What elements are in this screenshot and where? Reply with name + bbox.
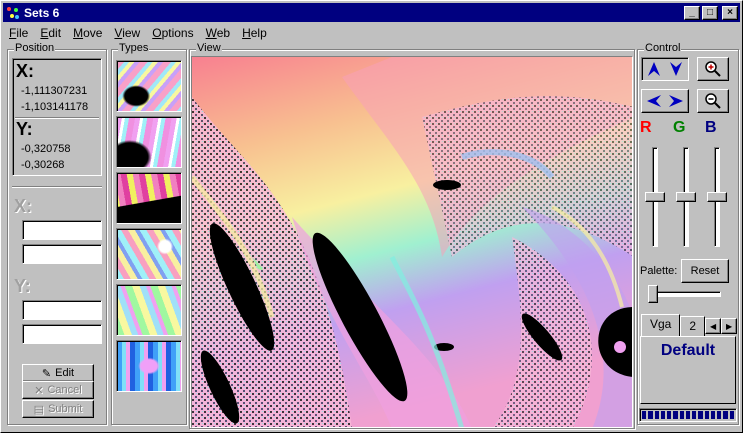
progress-block	[729, 411, 734, 419]
edit-button[interactable]: ✎ Edit	[22, 364, 94, 382]
menu-file[interactable]: File	[3, 24, 34, 42]
menu-edit[interactable]: Edit	[34, 24, 67, 42]
minimize-button[interactable]: _	[684, 5, 700, 20]
app-window: Sets 6 _ □ × File Edit Move View Options…	[0, 0, 743, 433]
close-icon: ×	[727, 6, 733, 18]
y-label: Y:	[16, 119, 33, 139]
position-readout: X: -1,111307231 -1,103141178 Y: -0,32075…	[12, 58, 102, 176]
minimize-icon: _	[689, 6, 695, 18]
palette-label: Palette:	[640, 265, 678, 277]
edit-y-min-input[interactable]	[22, 300, 102, 320]
control-label: Control	[644, 42, 682, 55]
cancel-button[interactable]: ✕ Cancel	[22, 381, 94, 399]
edit-y-label: Y:	[14, 276, 31, 296]
zoom-out-button[interactable]	[697, 89, 729, 113]
blue-label: B	[705, 119, 717, 136]
menu-web[interactable]: Web	[200, 24, 236, 42]
submit-button[interactable]: ▤ Submit	[22, 400, 94, 418]
arrow-right-icon[interactable]	[665, 91, 687, 111]
x-label: X:	[16, 61, 34, 81]
submit-icon: ▤	[33, 403, 45, 416]
red-slider-thumb[interactable]	[645, 192, 665, 202]
type-thumbnail-4[interactable]	[116, 228, 182, 280]
palette-tab-panel: Default	[640, 336, 736, 404]
type-thumbnail-3[interactable]	[116, 172, 182, 224]
maximize-button[interactable]: □	[702, 5, 718, 20]
title-bar[interactable]: Sets 6 _ □ ×	[3, 3, 740, 22]
progress-block	[654, 411, 659, 419]
arrow-up-icon[interactable]	[643, 59, 665, 79]
palette-slider-track[interactable]	[651, 291, 721, 297]
edit-x-min-input[interactable]	[22, 220, 102, 240]
progress-block	[723, 411, 728, 419]
edit-x-label: X:	[14, 196, 32, 216]
menu-bar: File Edit Move View Options Web Help	[3, 24, 273, 42]
type-thumbnail-2[interactable]	[116, 116, 182, 168]
progress-block	[660, 411, 666, 419]
zoom-out-icon	[705, 93, 721, 109]
view-label: View	[196, 42, 222, 55]
window-title: Sets 6	[24, 5, 60, 20]
position-divider	[12, 186, 102, 188]
progress-block	[667, 411, 672, 419]
edit-y-max-input[interactable]	[22, 324, 102, 344]
menu-help[interactable]: Help	[236, 24, 273, 42]
position-group: Position X: -1,111307231 -1,103141178 Y:…	[7, 42, 107, 425]
tab-vga[interactable]: Vga	[641, 314, 681, 336]
move-up-down-buttons	[641, 57, 689, 81]
progress-block	[685, 411, 691, 419]
type-thumbnail-6[interactable]	[116, 340, 182, 392]
progress-block	[679, 411, 684, 419]
progress-block	[642, 411, 647, 419]
type-thumbnail-1[interactable]	[116, 60, 182, 112]
palette-slider-thumb[interactable]	[648, 285, 658, 303]
progress-block	[704, 411, 709, 419]
edit-x-max-input[interactable]	[22, 244, 102, 264]
progress-block	[673, 411, 678, 419]
fractal-view[interactable]	[191, 56, 633, 428]
x-min-value: -1,111307231	[21, 85, 88, 97]
tab-scroll-right-icon[interactable]: ▶	[721, 318, 738, 334]
tab-scroll-left-icon[interactable]: ◀	[705, 318, 722, 334]
progress-block	[717, 411, 722, 419]
menu-options[interactable]: Options	[146, 24, 199, 42]
tab-2[interactable]: 2	[680, 316, 706, 336]
edit-icon: ✎	[41, 367, 52, 380]
types-label: Types	[118, 42, 150, 55]
type-thumbnail-5[interactable]	[116, 284, 182, 336]
zoom-in-button[interactable]	[697, 57, 729, 81]
arrow-left-icon[interactable]	[643, 91, 665, 111]
arrow-down-icon[interactable]	[665, 59, 687, 79]
move-left-right-buttons	[641, 89, 689, 113]
green-label: G	[673, 119, 686, 136]
green-slider-thumb[interactable]	[676, 192, 696, 202]
close-button[interactable]: ×	[722, 5, 738, 20]
progress-block	[692, 411, 697, 419]
app-icon	[6, 6, 20, 20]
menu-view[interactable]: View	[108, 24, 146, 42]
cancel-icon: ✕	[34, 384, 44, 397]
palette-name: Default	[660, 342, 716, 359]
menu-move[interactable]: Move	[67, 24, 108, 42]
progress-bar	[639, 408, 737, 422]
maximize-icon: □	[706, 6, 714, 18]
y-min-value: -0,320758	[21, 143, 71, 155]
y-max-value: -0,30268	[21, 159, 65, 171]
x-max-value: -1,103141178	[21, 101, 89, 113]
progress-block	[710, 411, 716, 419]
palette-tabs: Vga 2 ◀ ▶	[641, 314, 738, 336]
blue-slider-thumb[interactable]	[707, 192, 727, 202]
fractal-image	[192, 57, 632, 427]
reset-button[interactable]: Reset	[681, 259, 729, 283]
types-group: Types	[111, 42, 187, 425]
progress-block	[698, 411, 703, 419]
progress-block	[648, 411, 653, 419]
position-label: Position	[14, 42, 56, 55]
zoom-in-icon	[705, 61, 721, 77]
red-label: R	[640, 119, 652, 136]
